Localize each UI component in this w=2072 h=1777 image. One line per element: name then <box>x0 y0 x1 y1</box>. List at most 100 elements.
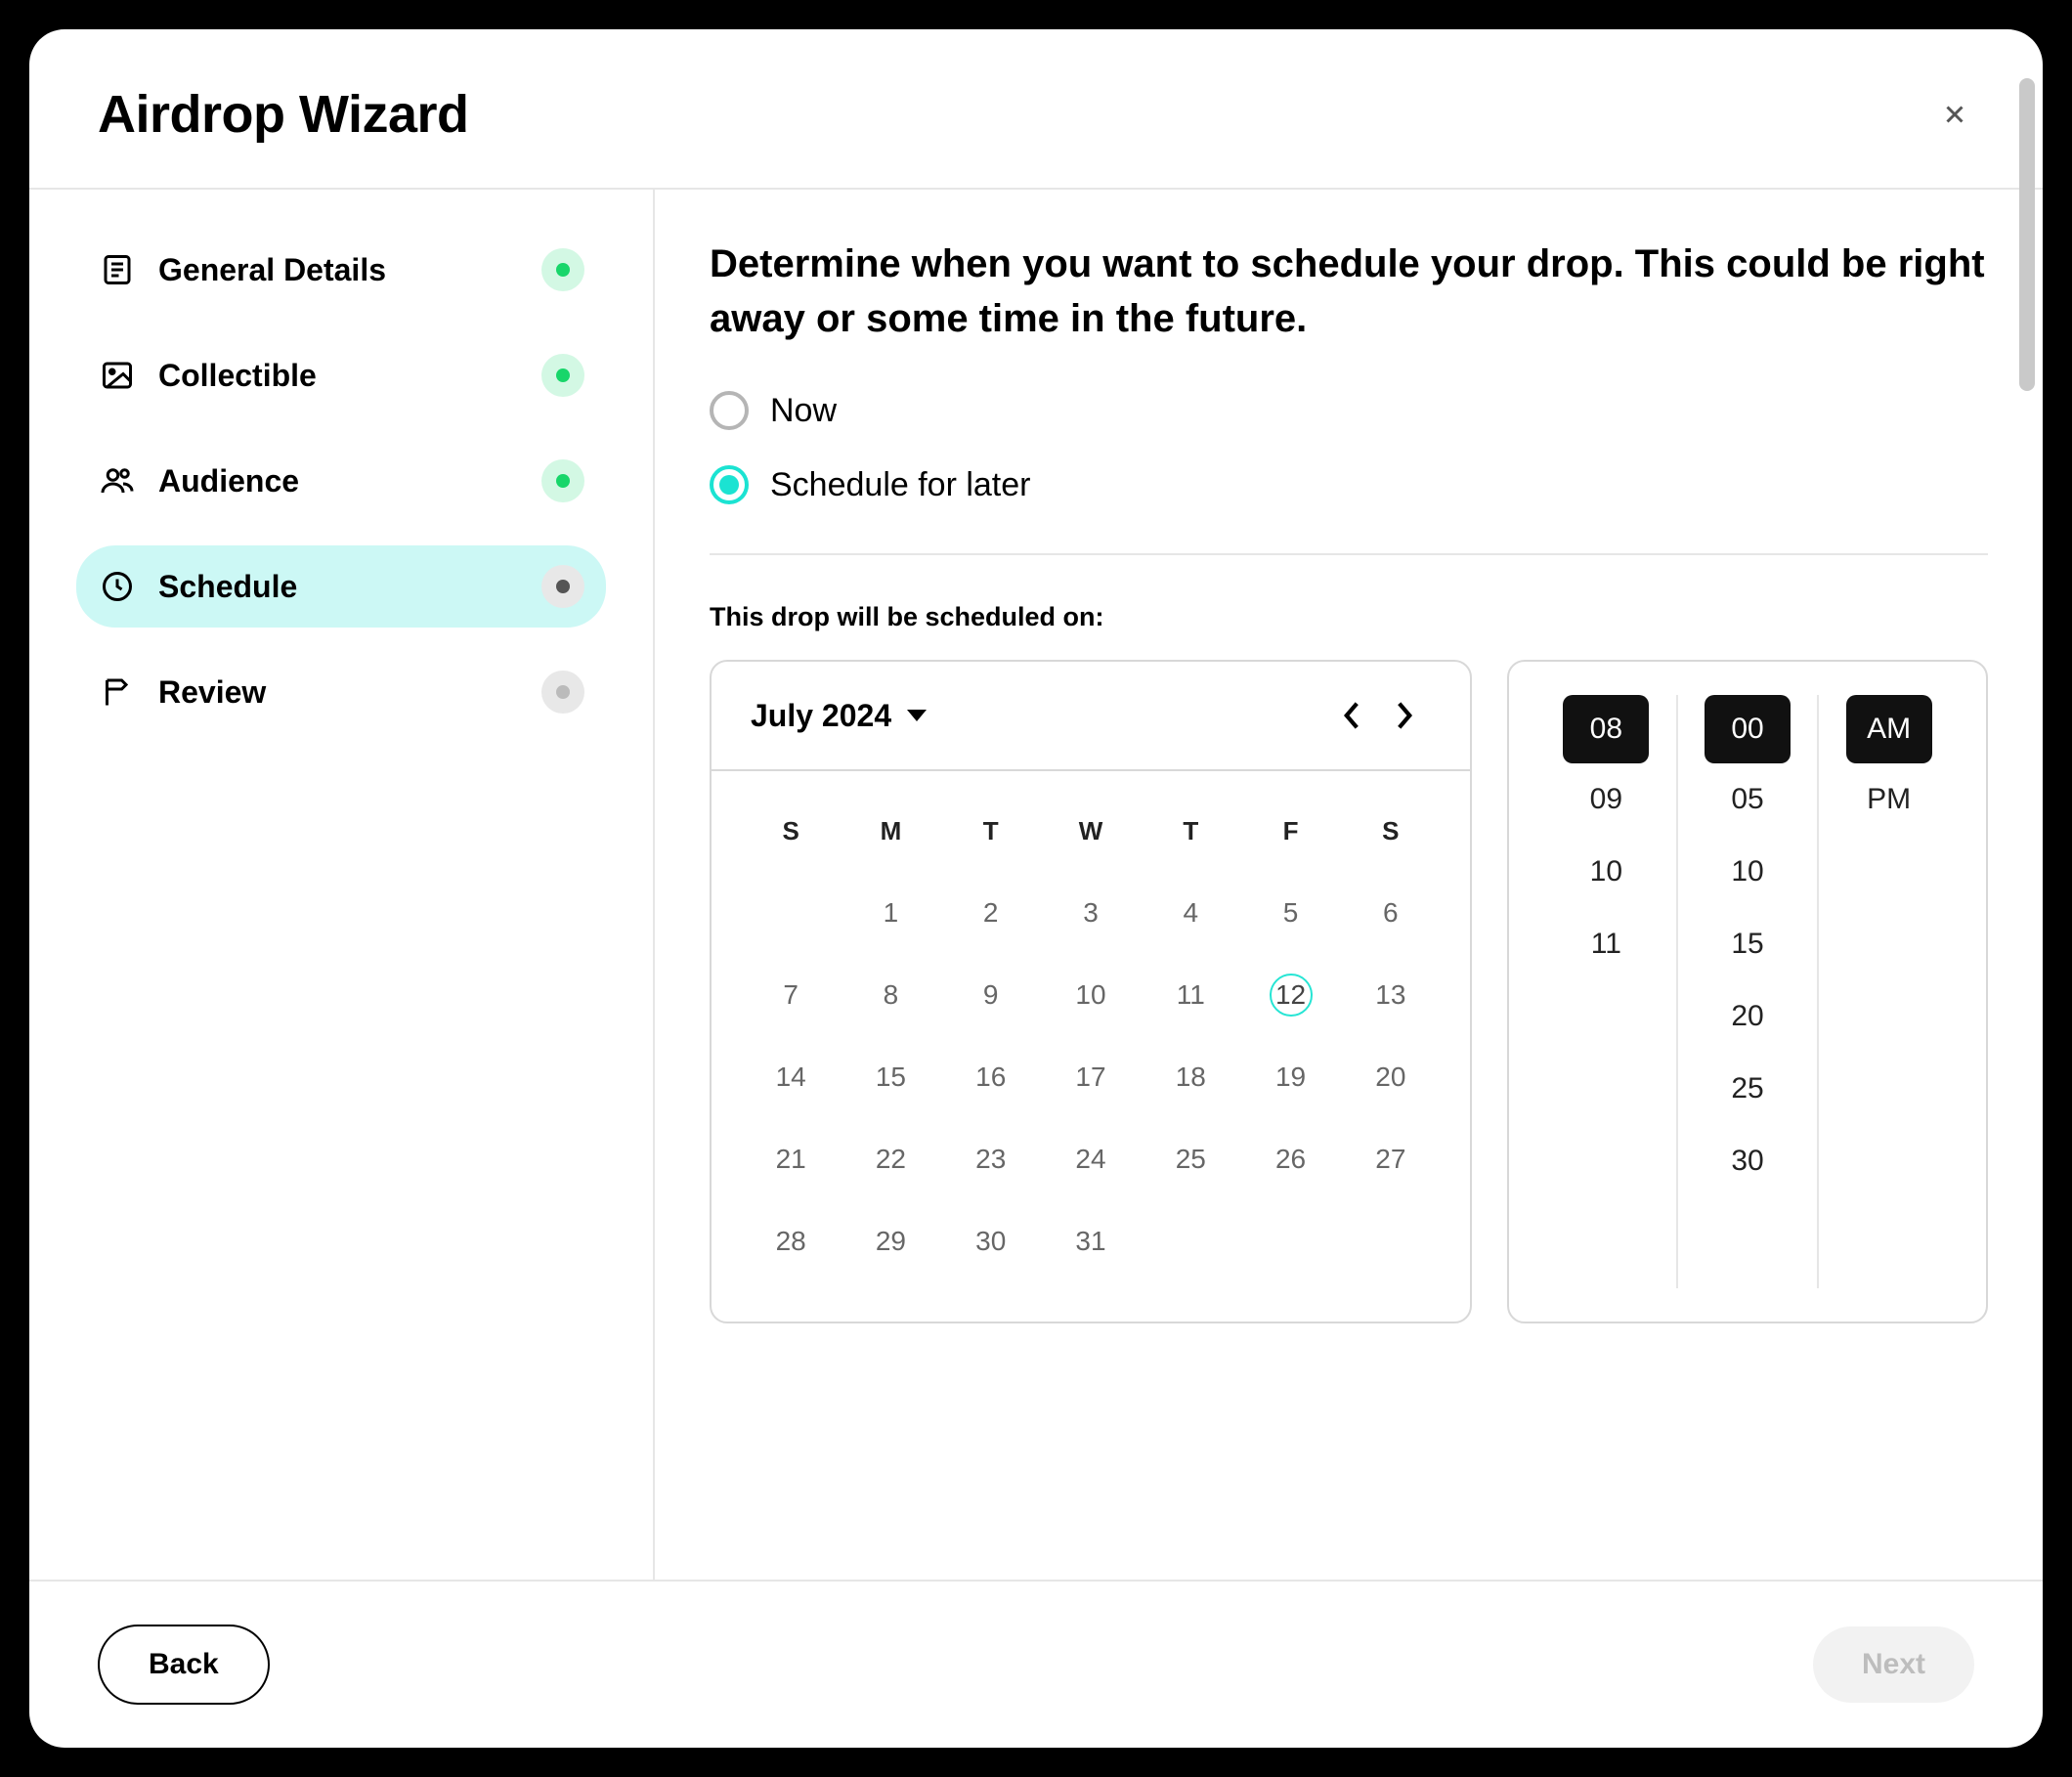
chevron-left-icon <box>1343 702 1360 729</box>
calendar-day[interactable]: 21 <box>741 1118 841 1200</box>
wheel-item[interactable]: 00 <box>1705 695 1791 763</box>
calendar-day[interactable]: 22 <box>841 1118 940 1200</box>
calendar-week: 28293031 <box>741 1200 1441 1282</box>
radio-now[interactable]: Now <box>710 391 1988 430</box>
calendar: July 2024 S M <box>710 660 1472 1323</box>
calendar-day[interactable]: 17 <box>1041 1036 1141 1118</box>
month-label: July 2024 <box>751 698 891 734</box>
schedule-radio-group: Now Schedule for later <box>710 391 1988 504</box>
time-picker: 08091011 00051015202530 AMPM <box>1507 660 1988 1323</box>
dow: S <box>1341 801 1441 872</box>
calendar-day[interactable]: 14 <box>741 1036 841 1118</box>
calendar-day[interactable]: 8 <box>841 954 940 1036</box>
calendar-day[interactable]: 27 <box>1341 1118 1441 1200</box>
dow-row: S M T W T F S <box>741 801 1441 872</box>
calendar-day[interactable]: 12 <box>1240 954 1340 1036</box>
chevron-right-icon <box>1396 702 1413 729</box>
step-general-details[interactable]: General Details <box>76 229 606 311</box>
close-button[interactable] <box>1935 95 1974 134</box>
calendar-day[interactable]: 26 <box>1240 1118 1340 1200</box>
step-status-dot <box>541 354 584 397</box>
calendar-week: 14151617181920 <box>741 1036 1441 1118</box>
calendar-day[interactable]: 18 <box>1141 1036 1240 1118</box>
calendar-week: 78910111213 <box>741 954 1441 1036</box>
step-status-dot <box>541 671 584 714</box>
wheel-item[interactable]: AM <box>1846 695 1932 763</box>
step-label: Audience <box>158 463 520 499</box>
step-status-dot <box>541 565 584 608</box>
calendar-day[interactable]: 11 <box>1141 954 1240 1036</box>
step-schedule[interactable]: Schedule <box>76 545 606 628</box>
wheel-item[interactable]: 10 <box>1678 836 1818 908</box>
wheel-item[interactable]: 08 <box>1563 695 1649 763</box>
calendar-day[interactable]: 28 <box>741 1200 841 1282</box>
modal-header: Airdrop Wizard <box>29 29 2043 190</box>
calendar-day[interactable]: 19 <box>1240 1036 1340 1118</box>
step-audience[interactable]: Audience <box>76 440 606 522</box>
calendar-day[interactable]: 13 <box>1341 954 1441 1036</box>
calendar-day[interactable]: 10 <box>1041 954 1141 1036</box>
calendar-day[interactable]: 5 <box>1240 872 1340 954</box>
wheel-item[interactable]: PM <box>1819 763 1959 836</box>
calendar-day[interactable]: 7 <box>741 954 841 1036</box>
calendar-day <box>1240 1200 1340 1282</box>
divider <box>710 553 1988 555</box>
calendar-day[interactable]: 1 <box>841 872 940 954</box>
calendar-day[interactable]: 20 <box>1341 1036 1441 1118</box>
ampm-wheel[interactable]: AMPM <box>1819 695 1959 1288</box>
calendar-week: 123456 <box>741 872 1441 954</box>
calendar-day[interactable]: 6 <box>1341 872 1441 954</box>
calendar-day <box>1141 1200 1240 1282</box>
wheel-item[interactable]: 09 <box>1536 763 1676 836</box>
flag-icon <box>98 672 137 712</box>
caret-down-icon <box>907 706 927 725</box>
wheel-item[interactable]: 10 <box>1536 836 1676 908</box>
wheel-item[interactable]: 25 <box>1678 1053 1818 1125</box>
modal-title: Airdrop Wizard <box>98 84 469 145</box>
prev-month-button[interactable] <box>1325 689 1378 742</box>
clock-icon <box>98 567 137 606</box>
scheduler: July 2024 S M <box>710 660 1988 1323</box>
wizard-sidebar: General Details Collectible Audience <box>29 190 655 1580</box>
back-button[interactable]: Back <box>98 1625 270 1705</box>
minute-wheel[interactable]: 00051015202530 <box>1678 695 1820 1288</box>
radio-icon <box>710 465 749 504</box>
calendar-day[interactable]: 30 <box>941 1200 1041 1282</box>
calendar-day <box>741 872 841 954</box>
hour-wheel[interactable]: 08091011 <box>1536 695 1678 1288</box>
next-month-button[interactable] <box>1378 689 1431 742</box>
calendar-day[interactable]: 2 <box>941 872 1041 954</box>
people-icon <box>98 461 137 500</box>
step-label: Schedule <box>158 569 520 605</box>
calendar-week: 21222324252627 <box>741 1118 1441 1200</box>
modal-footer: Back Next <box>29 1580 2043 1748</box>
next-button[interactable]: Next <box>1813 1626 1974 1703</box>
wheel-item[interactable]: 30 <box>1678 1125 1818 1197</box>
calendar-day[interactable]: 15 <box>841 1036 940 1118</box>
calendar-day[interactable]: 29 <box>841 1200 940 1282</box>
wheel-item[interactable]: 11 <box>1536 908 1676 980</box>
schedule-label: This drop will be scheduled on: <box>710 602 1988 632</box>
dow: T <box>1141 801 1240 872</box>
calendar-day[interactable]: 4 <box>1141 872 1240 954</box>
calendar-day[interactable]: 23 <box>941 1118 1041 1200</box>
calendar-day[interactable]: 9 <box>941 954 1041 1036</box>
calendar-day[interactable]: 3 <box>1041 872 1141 954</box>
dow: W <box>1041 801 1141 872</box>
calendar-day[interactable]: 31 <box>1041 1200 1141 1282</box>
intro-text: Determine when you want to schedule your… <box>710 237 1988 346</box>
wheel-item[interactable]: 15 <box>1678 908 1818 980</box>
step-collectible[interactable]: Collectible <box>76 334 606 416</box>
calendar-day[interactable]: 24 <box>1041 1118 1141 1200</box>
step-label: Collectible <box>158 358 520 394</box>
scrollbar[interactable] <box>2019 78 2035 391</box>
wheel-item[interactable]: 05 <box>1678 763 1818 836</box>
radio-schedule-later[interactable]: Schedule for later <box>710 465 1988 504</box>
dow: F <box>1240 801 1340 872</box>
calendar-day[interactable]: 16 <box>941 1036 1041 1118</box>
month-picker[interactable]: July 2024 <box>751 698 927 734</box>
calendar-day[interactable]: 25 <box>1141 1118 1240 1200</box>
radio-label: Schedule for later <box>770 466 1031 504</box>
step-review[interactable]: Review <box>76 651 606 733</box>
wheel-item[interactable]: 20 <box>1678 980 1818 1053</box>
